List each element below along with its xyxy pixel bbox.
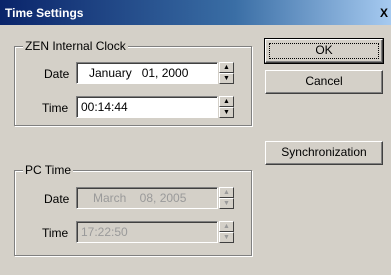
zen-date-spinner[interactable]: ▲ ▼ bbox=[219, 62, 234, 84]
pc-date-label: Date bbox=[44, 192, 70, 206]
title-bar: Time Settings X bbox=[0, 0, 391, 25]
zen-date-label: Date bbox=[44, 67, 70, 81]
zen-clock-legend: ZEN Internal Clock bbox=[23, 39, 128, 53]
synchronization-button-label: Synchronization bbox=[281, 145, 367, 159]
focus-rect bbox=[269, 43, 379, 59]
window-title: Time Settings bbox=[5, 6, 84, 20]
pc-time-field: 17:22:50 bbox=[76, 221, 218, 243]
pc-time-legend: PC Time bbox=[23, 163, 74, 177]
zen-date-field[interactable]: January 01, 2000 bbox=[76, 62, 218, 84]
spin-down-icon: ▼ bbox=[219, 198, 234, 209]
zen-date-value: January 01, 2000 bbox=[89, 66, 189, 80]
pc-date-spinner: ▲ ▼ bbox=[219, 187, 234, 209]
pc-time-value: 17:22:50 bbox=[81, 225, 128, 239]
spin-down-icon[interactable]: ▼ bbox=[219, 107, 234, 118]
synchronization-button[interactable]: Synchronization bbox=[265, 141, 383, 165]
zen-time-spinner[interactable]: ▲ ▼ bbox=[219, 96, 234, 118]
pc-time-group: PC Time bbox=[14, 163, 252, 256]
close-icon[interactable]: X bbox=[377, 6, 391, 20]
spin-up-icon[interactable]: ▲ bbox=[219, 62, 234, 73]
pc-time-spinner: ▲ ▼ bbox=[219, 221, 234, 243]
cancel-button[interactable]: Cancel bbox=[265, 70, 383, 94]
spin-up-icon: ▲ bbox=[219, 187, 234, 198]
spin-down-icon[interactable]: ▼ bbox=[219, 73, 234, 84]
time-settings-dialog: Time Settings X ZEN Internal Clock Date … bbox=[0, 0, 391, 275]
pc-date-field: March 08, 2005 bbox=[76, 187, 218, 209]
ok-button[interactable]: OK bbox=[264, 38, 384, 64]
spin-down-icon: ▼ bbox=[219, 232, 234, 243]
cancel-button-label: Cancel bbox=[305, 74, 343, 88]
zen-time-field[interactable]: 00:14:44 bbox=[76, 96, 218, 118]
pc-date-value: March 08, 2005 bbox=[93, 191, 187, 205]
pc-time-label: Time bbox=[42, 226, 69, 240]
spin-up-icon[interactable]: ▲ bbox=[219, 96, 234, 107]
zen-time-label: Time bbox=[42, 101, 69, 115]
spin-up-icon: ▲ bbox=[219, 221, 234, 232]
zen-time-value: 00:14:44 bbox=[81, 100, 128, 114]
